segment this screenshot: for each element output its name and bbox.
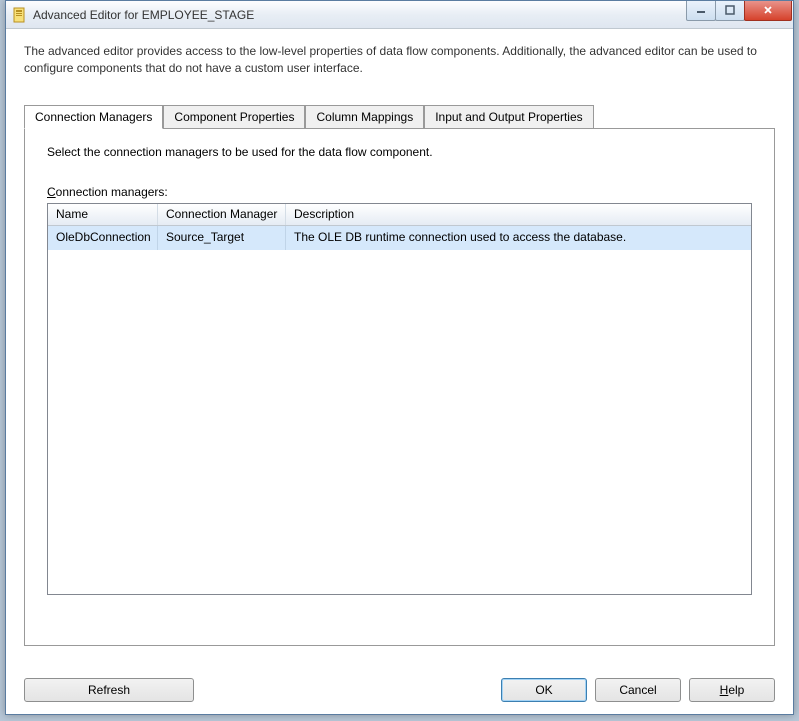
app-icon [12, 7, 28, 23]
cancel-button[interactable]: Cancel [595, 678, 681, 702]
column-header-name[interactable]: Name [48, 204, 158, 225]
grid-label: Connection managers: [47, 185, 752, 199]
dialog-footer: Refresh OK Cancel Help [24, 678, 775, 702]
table-row[interactable]: OleDbConnection Source_Target The OLE DB… [48, 226, 751, 250]
tab-column-mappings[interactable]: Column Mappings [305, 105, 424, 128]
tab-input-output-properties[interactable]: Input and Output Properties [424, 105, 593, 128]
close-button[interactable] [744, 1, 792, 21]
tab-strip: Connection Managers Component Properties… [24, 105, 775, 128]
refresh-button[interactable]: Refresh [24, 678, 194, 702]
window-title: Advanced Editor for EMPLOYEE_STAGE [33, 8, 687, 22]
tab-component-properties[interactable]: Component Properties [163, 105, 305, 128]
maximize-button[interactable] [715, 1, 745, 21]
tab-connection-managers[interactable]: Connection Managers [24, 105, 163, 129]
dialog-window: Advanced Editor for EMPLOYEE_STAGE The a… [5, 0, 794, 715]
grid-header-row: Name Connection Manager Description [48, 204, 751, 226]
column-header-description[interactable]: Description [286, 204, 751, 225]
minimize-button[interactable] [686, 1, 716, 21]
panel-description: Select the connection managers to be use… [47, 145, 752, 159]
cell-name: OleDbConnection [48, 226, 158, 250]
help-button[interactable]: Help [689, 678, 775, 702]
dialog-description: The advanced editor provides access to t… [24, 43, 775, 77]
cell-description: The OLE DB runtime connection used to ac… [286, 226, 751, 250]
cell-connection-manager[interactable]: Source_Target [158, 226, 286, 250]
titlebar[interactable]: Advanced Editor for EMPLOYEE_STAGE [6, 1, 793, 29]
column-header-connection-manager[interactable]: Connection Manager [158, 204, 286, 225]
window-controls [687, 1, 793, 21]
tab-panel: Select the connection managers to be use… [24, 128, 775, 646]
connection-managers-grid[interactable]: Name Connection Manager Description OleD… [47, 203, 752, 595]
dialog-content: The advanced editor provides access to t… [6, 29, 793, 714]
ok-button[interactable]: OK [501, 678, 587, 702]
